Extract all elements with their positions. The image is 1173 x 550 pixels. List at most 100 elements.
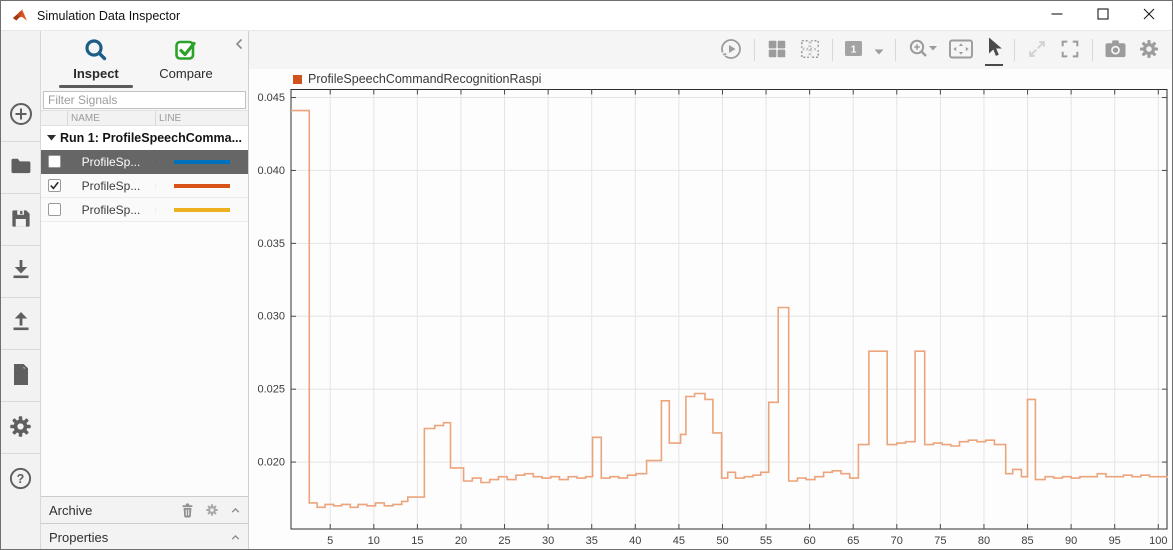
- filter-signals-input[interactable]: [43, 91, 246, 109]
- svg-text:15: 15: [411, 535, 423, 547]
- svg-text:75: 75: [934, 535, 946, 547]
- signal-checkbox-checked[interactable]: [47, 179, 61, 192]
- replay-icon: [719, 37, 743, 64]
- import-icon: [9, 257, 33, 286]
- tab-compare-label: Compare: [159, 66, 213, 81]
- signal-name: ProfileSp...: [81, 178, 141, 193]
- run-group-row[interactable]: Run 1: ProfileSpeechComma...: [41, 126, 248, 150]
- svg-text:85: 85: [1021, 535, 1033, 547]
- edit-grid-button[interactable]: [799, 36, 821, 65]
- caret-down-icon: [47, 135, 56, 141]
- archive-delete-button[interactable]: [180, 502, 195, 518]
- signal-row[interactable]: ProfileSp...: [41, 174, 248, 198]
- circle-plus-icon: [8, 101, 34, 130]
- plot-toolbar: 1: [249, 31, 1172, 69]
- replay-button[interactable]: [719, 35, 743, 66]
- view-layout-button[interactable]: 1: [844, 38, 863, 62]
- svg-text:90: 90: [1065, 535, 1077, 547]
- signal-list-empty-area: [41, 222, 248, 496]
- preferences-button[interactable]: [1, 401, 40, 453]
- toolbar-separator: [1092, 39, 1093, 61]
- report-button[interactable]: [1, 349, 40, 401]
- svg-text:55: 55: [760, 535, 772, 547]
- svg-text:70: 70: [891, 535, 903, 547]
- svg-text:?: ?: [17, 471, 25, 485]
- fit-to-view-button[interactable]: [948, 36, 974, 65]
- archive-drawer-header[interactable]: Archive: [41, 496, 248, 523]
- zoom-menu-button[interactable]: [907, 35, 937, 66]
- caret-down-icon: [874, 43, 884, 58]
- properties-drawer-header[interactable]: Properties: [41, 523, 248, 549]
- fullscreen-button[interactable]: [1059, 36, 1081, 65]
- import-button[interactable]: [1, 245, 40, 297]
- signal-line-swatch: [174, 207, 230, 212]
- chevron-up-icon: [231, 507, 240, 513]
- legend-swatch: [293, 74, 302, 84]
- svg-text:35: 35: [586, 535, 598, 547]
- tab-strip: Inspect Compare: [41, 31, 248, 89]
- subplot-layout-button[interactable]: [766, 36, 788, 65]
- signals-panel: Inspect Compare Filter Signals NAME LINE…: [41, 31, 249, 549]
- signal-line-swatch: [174, 159, 230, 164]
- plot-area[interactable]: 5 10 15 20 25 30 35 40 45 50 55 60 65 70 75 80 85 90 95 100…: [249, 89, 1173, 550]
- close-icon: [1143, 8, 1155, 23]
- maximize-icon: [1097, 8, 1109, 23]
- svg-text:0.040: 0.040: [257, 165, 285, 177]
- check-icon: [49, 181, 59, 190]
- tab-inspect-label: Inspect: [73, 66, 119, 81]
- close-button[interactable]: [1126, 1, 1172, 30]
- expand-icon: [1026, 38, 1048, 63]
- maximize-button[interactable]: [1080, 1, 1126, 30]
- svg-text:0.030: 0.030: [257, 311, 285, 323]
- archive-label: Archive: [49, 502, 93, 518]
- plot-canvas[interactable]: 5 10 15 20 25 30 35 40 45 50 55 60 65 70 75 80 85 90 95 100…: [249, 89, 1173, 550]
- window-title: Simulation Data Inspector: [37, 8, 181, 23]
- help-icon: ?: [8, 466, 33, 494]
- zoom-icon: [907, 37, 937, 64]
- signal-name: ProfileSp...: [81, 154, 141, 169]
- svg-text:95: 95: [1109, 535, 1121, 547]
- export-icon: [9, 309, 33, 338]
- archive-settings-button[interactable]: [205, 503, 219, 517]
- signal-row[interactable]: ProfileSp...: [41, 198, 248, 222]
- svg-text:40: 40: [629, 535, 641, 547]
- chevron-left-icon: [235, 38, 243, 50]
- svg-text:0.035: 0.035: [257, 238, 285, 250]
- view-layout-dropdown[interactable]: [874, 41, 884, 60]
- open-button[interactable]: [1, 141, 40, 193]
- snapshot-button[interactable]: [1104, 37, 1127, 64]
- signal-checkbox[interactable]: [47, 203, 61, 216]
- signal-name: ProfileSp...: [81, 202, 141, 217]
- signal-row[interactable]: ProfileSp...: [41, 150, 248, 174]
- tab-compare[interactable]: Compare: [143, 36, 229, 81]
- help-button[interactable]: ?: [1, 453, 40, 505]
- gear-icon: [8, 414, 33, 442]
- save-button[interactable]: [1, 193, 40, 245]
- svg-text:1: 1: [851, 45, 857, 56]
- grid-dashed-icon: [799, 38, 821, 63]
- svg-text:80: 80: [978, 535, 990, 547]
- svg-text:0.025: 0.025: [257, 384, 285, 396]
- signal-checkbox[interactable]: [47, 155, 61, 168]
- pointer-icon: [985, 36, 1003, 61]
- plot-pane: 1 ProfileSpeechCommandRecognitionRaspi 5…: [249, 31, 1173, 550]
- minimize-icon: [1051, 8, 1063, 23]
- gear-gray-icon: [1138, 38, 1160, 63]
- new-run-button[interactable]: [1, 89, 40, 141]
- chevron-up-icon: [231, 534, 240, 540]
- settings-button[interactable]: [1138, 36, 1160, 65]
- toolbar-separator: [832, 39, 833, 61]
- svg-text:0.045: 0.045: [257, 92, 285, 104]
- properties-label: Properties: [49, 529, 109, 545]
- minimize-button[interactable]: [1034, 1, 1080, 30]
- svg-text:20: 20: [455, 535, 467, 547]
- gear-icon: [206, 504, 218, 516]
- svg-text:100: 100: [1149, 535, 1167, 547]
- collapse-panel-button[interactable]: [233, 37, 245, 54]
- fit-icon: [948, 38, 974, 63]
- tab-inspect[interactable]: Inspect: [53, 36, 139, 88]
- compare-check-icon: [143, 36, 229, 64]
- pointer-tool-button[interactable]: [985, 34, 1003, 66]
- export-button[interactable]: [1, 297, 40, 349]
- window-controls: [1034, 1, 1172, 30]
